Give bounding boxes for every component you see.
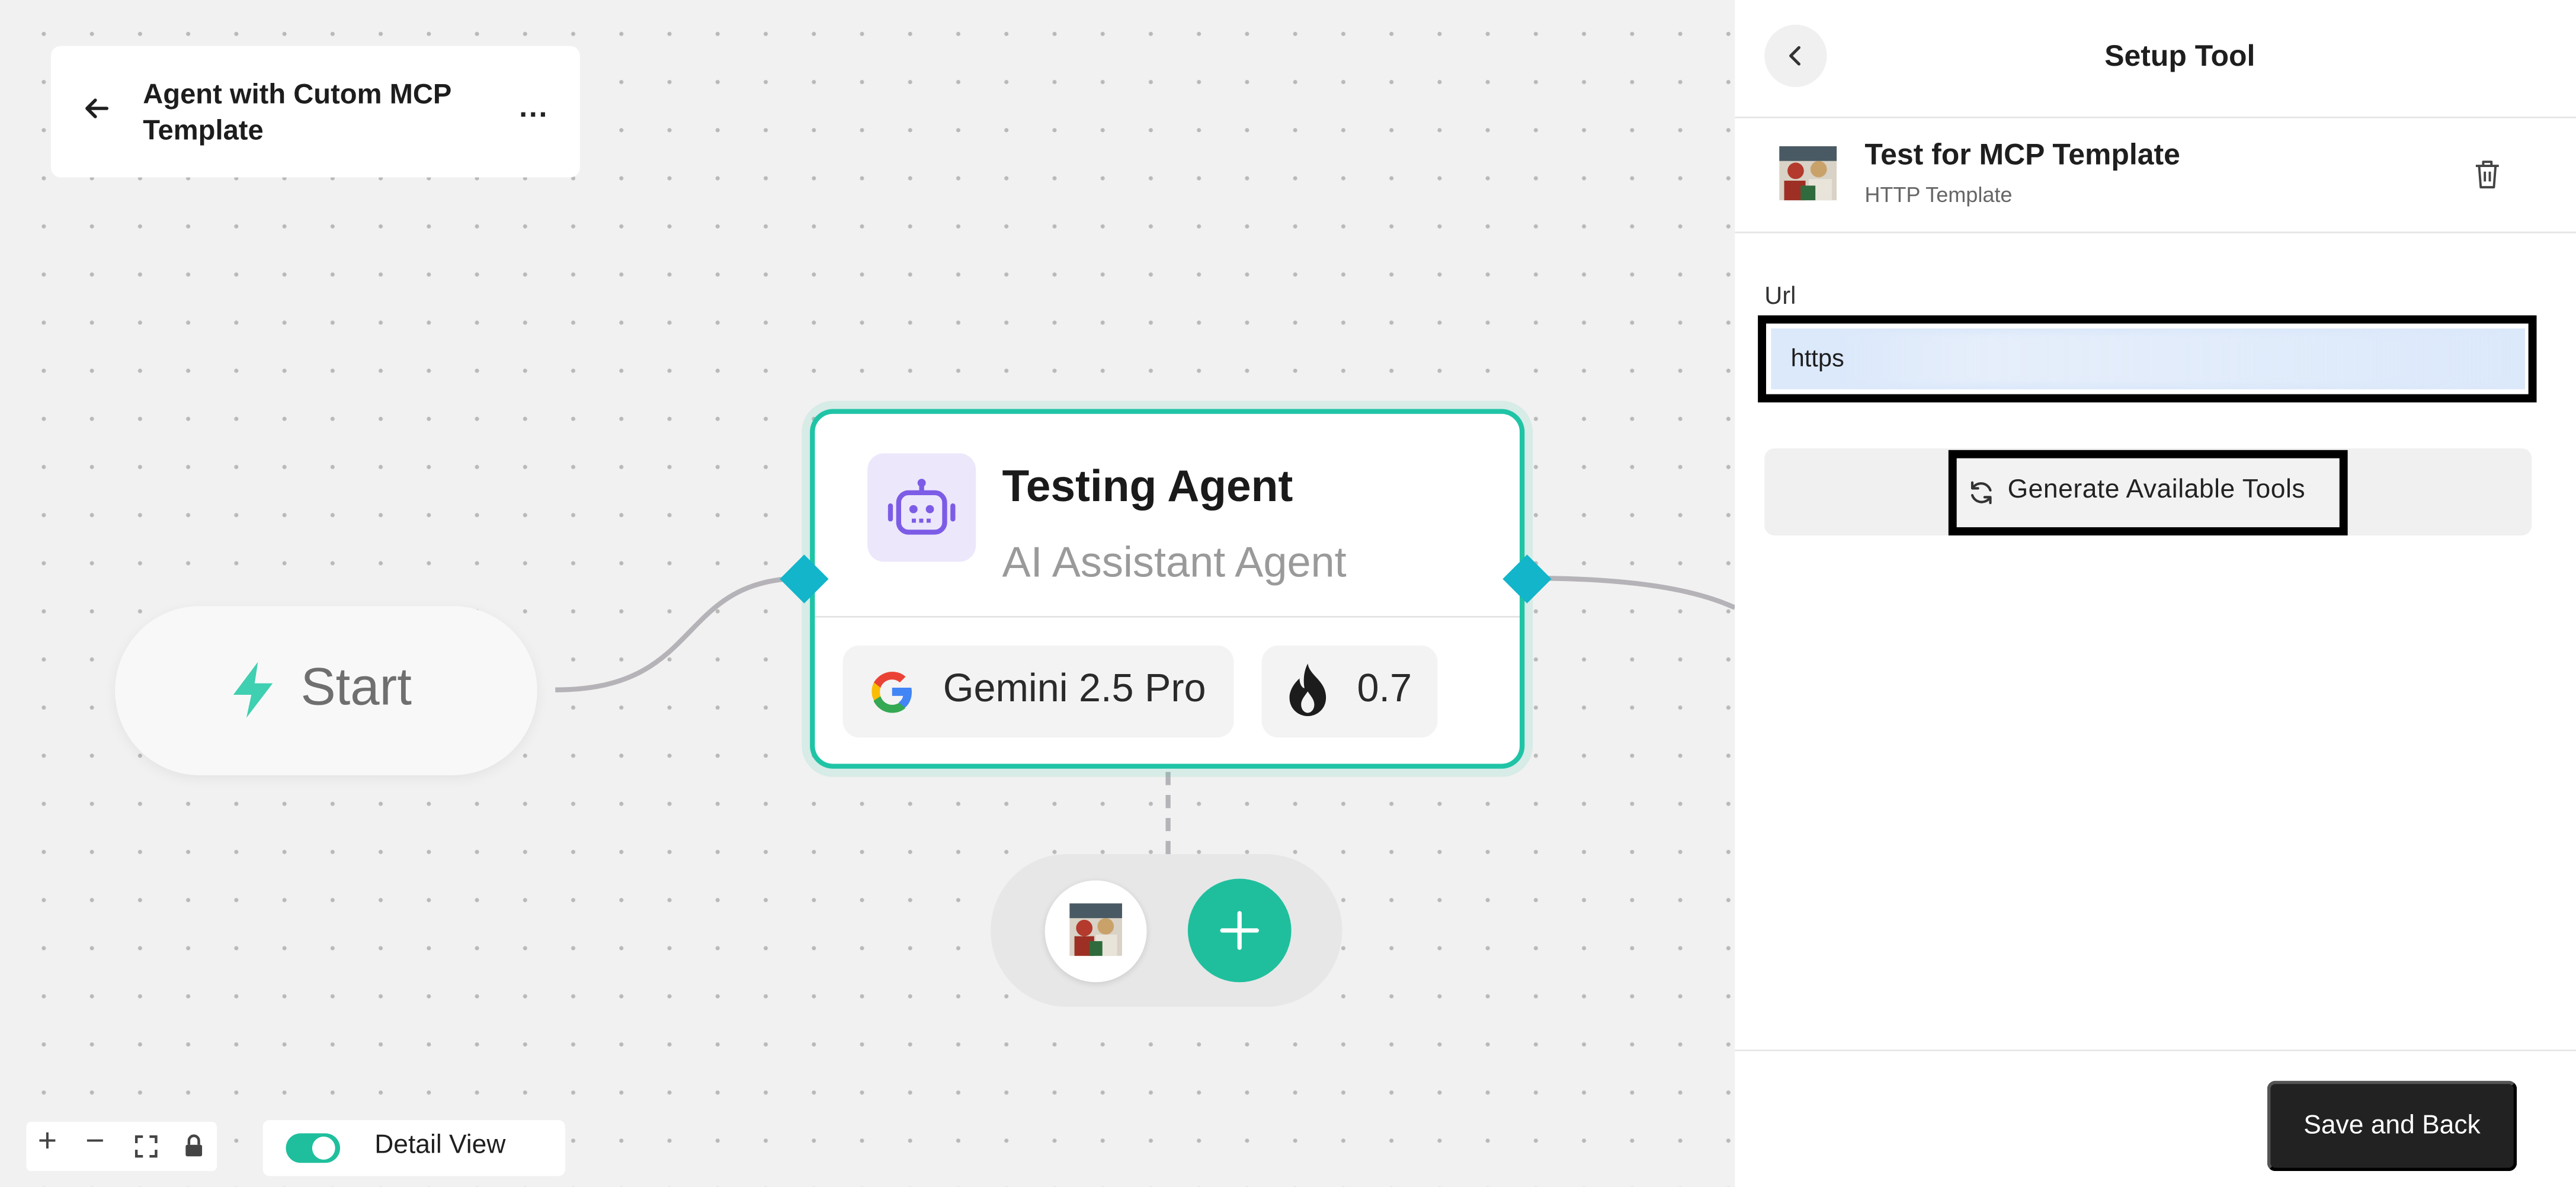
trash-icon[interactable] [2474, 159, 2500, 189]
tool-row-image [1779, 146, 1837, 201]
agent-name: Testing Agent [1002, 461, 1293, 511]
back-arrow-icon[interactable] [82, 94, 112, 123]
flow-title: Agent with Cutom MCP Template [143, 79, 451, 146]
fit-view-icon[interactable] [134, 1135, 158, 1158]
temperature-value: 0.7 [1357, 666, 1412, 711]
tool-row-divider [1735, 231, 2576, 233]
panel-header-divider [1735, 116, 2576, 118]
panel-title: Setup Tool [2104, 39, 2255, 73]
plus-icon [1220, 911, 1259, 950]
lock-icon[interactable] [184, 1133, 204, 1158]
panel-footer-divider [1735, 1049, 2576, 1051]
google-icon [872, 672, 912, 713]
more-icon[interactable]: ... [519, 91, 549, 125]
model-label: Gemini 2.5 Pro [943, 666, 1206, 711]
tool-type: HTTP Template [1864, 182, 2013, 207]
zoom-in-icon[interactable]: + [38, 1124, 57, 1162]
detail-view-label: Detail View [374, 1131, 506, 1160]
start-label: Start [300, 657, 412, 717]
setup-tool-panel [1735, 0, 2576, 1187]
toggle-knob [312, 1136, 335, 1160]
edge-agent-out [1527, 575, 1735, 610]
tool-image [1069, 903, 1122, 956]
url-label: Url [1764, 282, 1796, 311]
save-and-back-button[interactable]: Save and Back [2267, 1080, 2517, 1172]
chevron-left-icon [1789, 46, 1800, 66]
generate-tools-label: Generate Available Tools [2007, 476, 2306, 505]
agent-divider [815, 615, 1520, 618]
robot-icon [887, 479, 956, 535]
flame-icon [1289, 663, 1327, 717]
refresh-icon [1971, 481, 1992, 505]
edge-start-agent [555, 575, 805, 692]
tool-name: Test for MCP Template [1864, 137, 2180, 171]
url-redacted-region [1846, 333, 2504, 384]
agent-type: AI Assistant Agent [1002, 537, 1347, 586]
lightning-icon [233, 662, 273, 718]
zoom-out-icon[interactable]: − [85, 1124, 104, 1162]
